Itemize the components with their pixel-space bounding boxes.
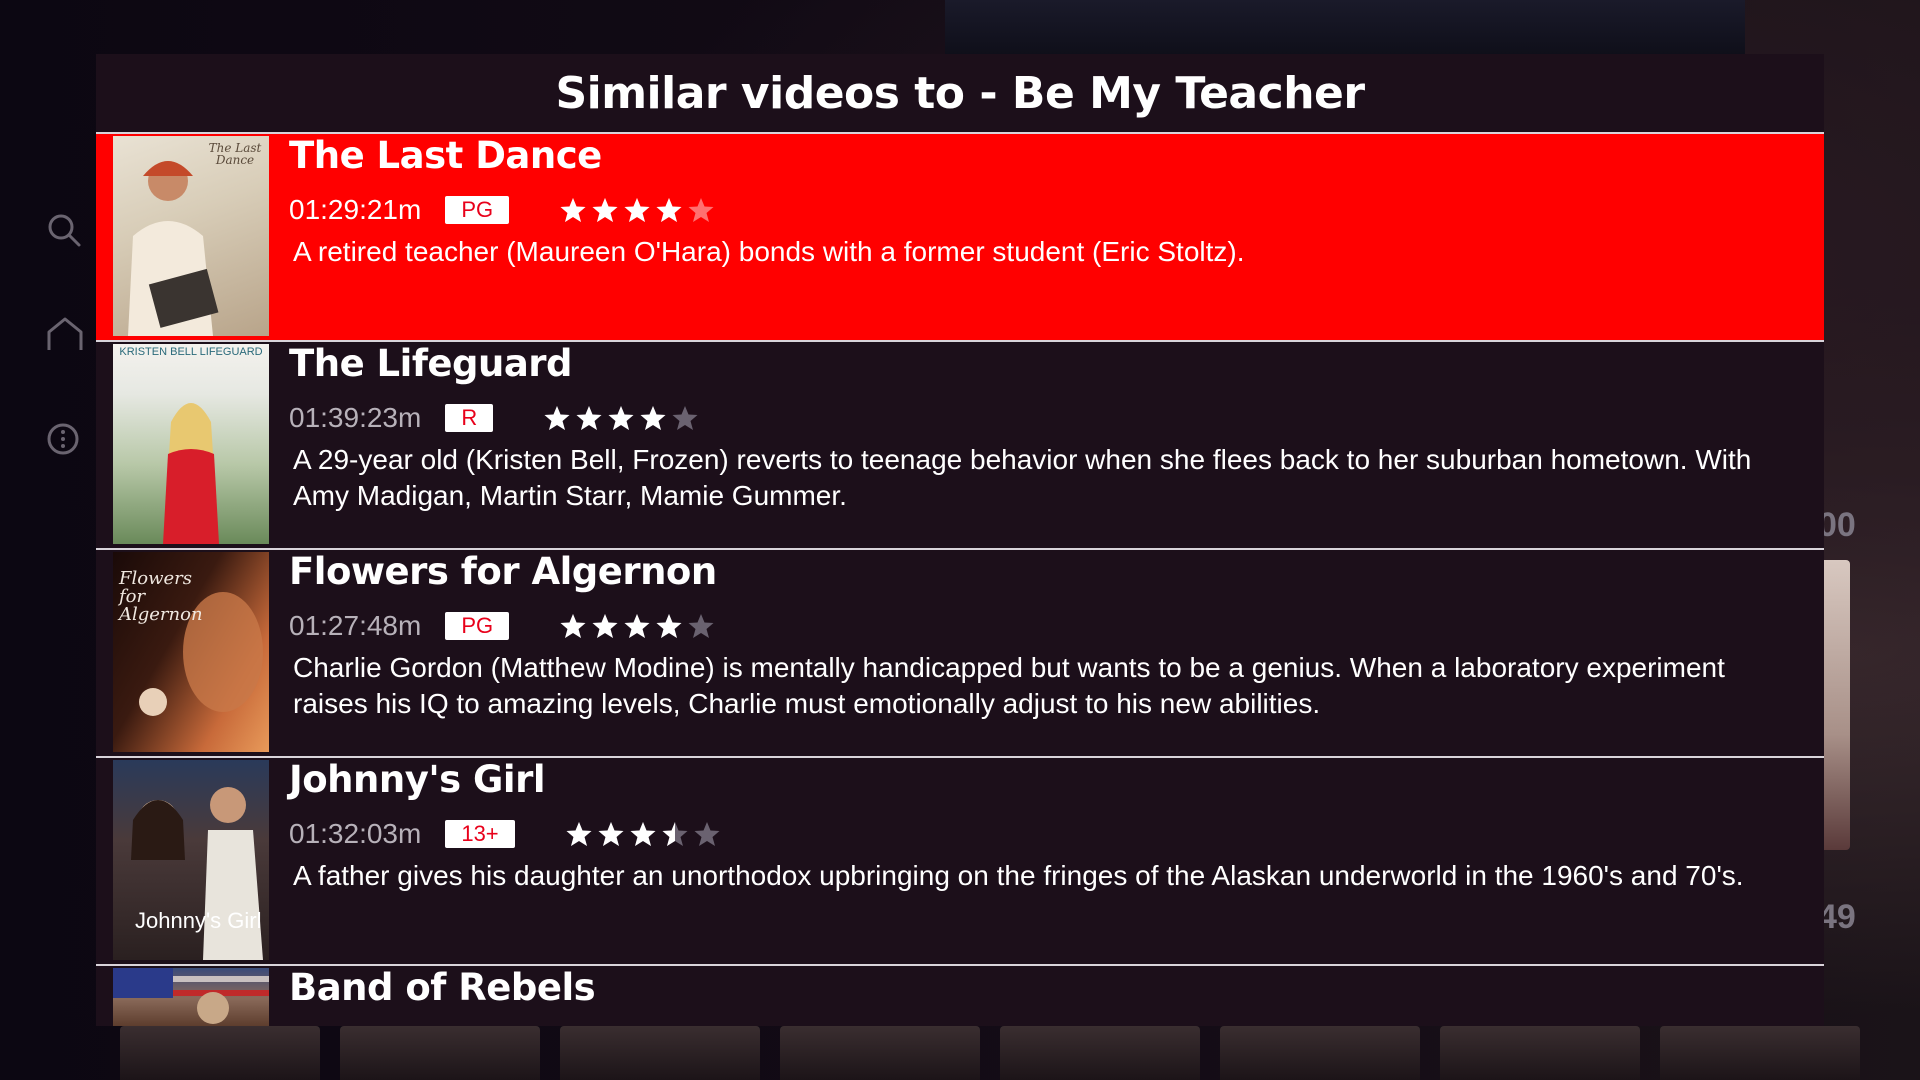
- home-icon[interactable]: [46, 316, 86, 356]
- video-row[interactable]: Johnny's Girl Johnny's Girl 01:32:03m 13…: [96, 758, 1824, 966]
- star-icon: [623, 196, 651, 224]
- poster-image: [113, 968, 269, 1026]
- video-meta: 01:27:48m PG: [289, 608, 715, 644]
- sidebar: [0, 0, 96, 1080]
- video-title: The Last Dance: [289, 134, 602, 177]
- star-icon: [559, 612, 587, 640]
- video-title: Flowers for Algernon: [289, 550, 717, 593]
- video-meta: 01:39:23m R: [289, 400, 699, 436]
- video-duration: 01:27:48m: [289, 610, 422, 641]
- video-row[interactable]: KRISTEN BELL LIFEGUARD The Lifeguard 01:…: [96, 342, 1824, 550]
- info-icon[interactable]: [46, 422, 86, 462]
- video-meta: 01:32:03m 13+: [289, 816, 721, 852]
- poster-caption: The Last Dance: [208, 141, 262, 167]
- video-title: Johnny's Girl: [289, 758, 546, 801]
- rating-badge: PG: [445, 612, 510, 640]
- poster-caption: Flowers for Algernon: [119, 568, 203, 625]
- star-icon: [591, 612, 619, 640]
- star-rating: [565, 820, 721, 848]
- star-icon: [591, 196, 619, 224]
- video-duration: 01:39:23m: [289, 402, 422, 433]
- star-rating: [559, 612, 715, 640]
- star-icon: [565, 820, 593, 848]
- video-row[interactable]: Flowers for Algernon Flowers for Algerno…: [96, 550, 1824, 758]
- poster-caption: Johnny's Girl: [135, 908, 262, 933]
- star-icon: [639, 404, 667, 432]
- rating-badge: PG: [445, 196, 510, 224]
- star-icon: [687, 196, 715, 224]
- video-row[interactable]: The Last Dance The Last Dance 01:29:21m …: [96, 134, 1824, 342]
- search-icon[interactable]: [46, 212, 86, 252]
- star-icon: [655, 196, 683, 224]
- video-duration: 01:29:21m: [289, 194, 422, 225]
- video-title: Band of Rebels: [289, 966, 596, 1009]
- rating-badge: 13+: [445, 820, 515, 848]
- star-icon: [559, 196, 587, 224]
- poster-image: Flowers for Algernon: [113, 552, 269, 752]
- poster-image: Johnny's Girl: [113, 760, 269, 960]
- background-tile: [945, 0, 1745, 60]
- similar-videos-panel: Similar videos to - Be My Teacher The La…: [96, 54, 1824, 1026]
- star-icon: [623, 612, 651, 640]
- video-row[interactable]: Band of Rebels: [96, 966, 1824, 1026]
- star-rating: [543, 404, 699, 432]
- panel-header: Similar videos to - Be My Teacher: [96, 54, 1824, 134]
- star-icon: [629, 820, 657, 848]
- rating-badge: R: [445, 404, 494, 432]
- star-icon: [661, 820, 689, 848]
- video-list: The Last Dance The Last Dance 01:29:21m …: [96, 134, 1824, 1026]
- star-icon: [575, 404, 603, 432]
- star-icon: [693, 820, 721, 848]
- star-icon: [687, 612, 715, 640]
- star-icon: [607, 404, 635, 432]
- poster-image: KRISTEN BELL LIFEGUARD: [113, 344, 269, 544]
- star-icon: [655, 612, 683, 640]
- star-icon: [597, 820, 625, 848]
- panel-title: Similar videos to - Be My Teacher: [555, 67, 1365, 119]
- star-rating: [559, 196, 715, 224]
- poster-image: The Last Dance: [113, 136, 269, 336]
- video-duration: 01:32:03m: [289, 818, 422, 849]
- background-strip: [120, 1026, 1860, 1080]
- video-meta: 01:29:21m PG: [289, 192, 715, 228]
- video-description: A father gives his daughter an unorthodo…: [293, 860, 1744, 891]
- video-description: A retired teacher (Maureen O'Hara) bonds…: [293, 236, 1245, 267]
- video-description: Charlie Gordon (Matthew Modine) is menta…: [293, 652, 1725, 719]
- poster-caption: KRISTEN BELL LIFEGUARD: [119, 346, 263, 358]
- video-description: A 29-year old (Kristen Bell, Frozen) rev…: [293, 444, 1752, 511]
- star-icon: [671, 404, 699, 432]
- video-title: The Lifeguard: [289, 342, 573, 385]
- star-icon: [543, 404, 571, 432]
